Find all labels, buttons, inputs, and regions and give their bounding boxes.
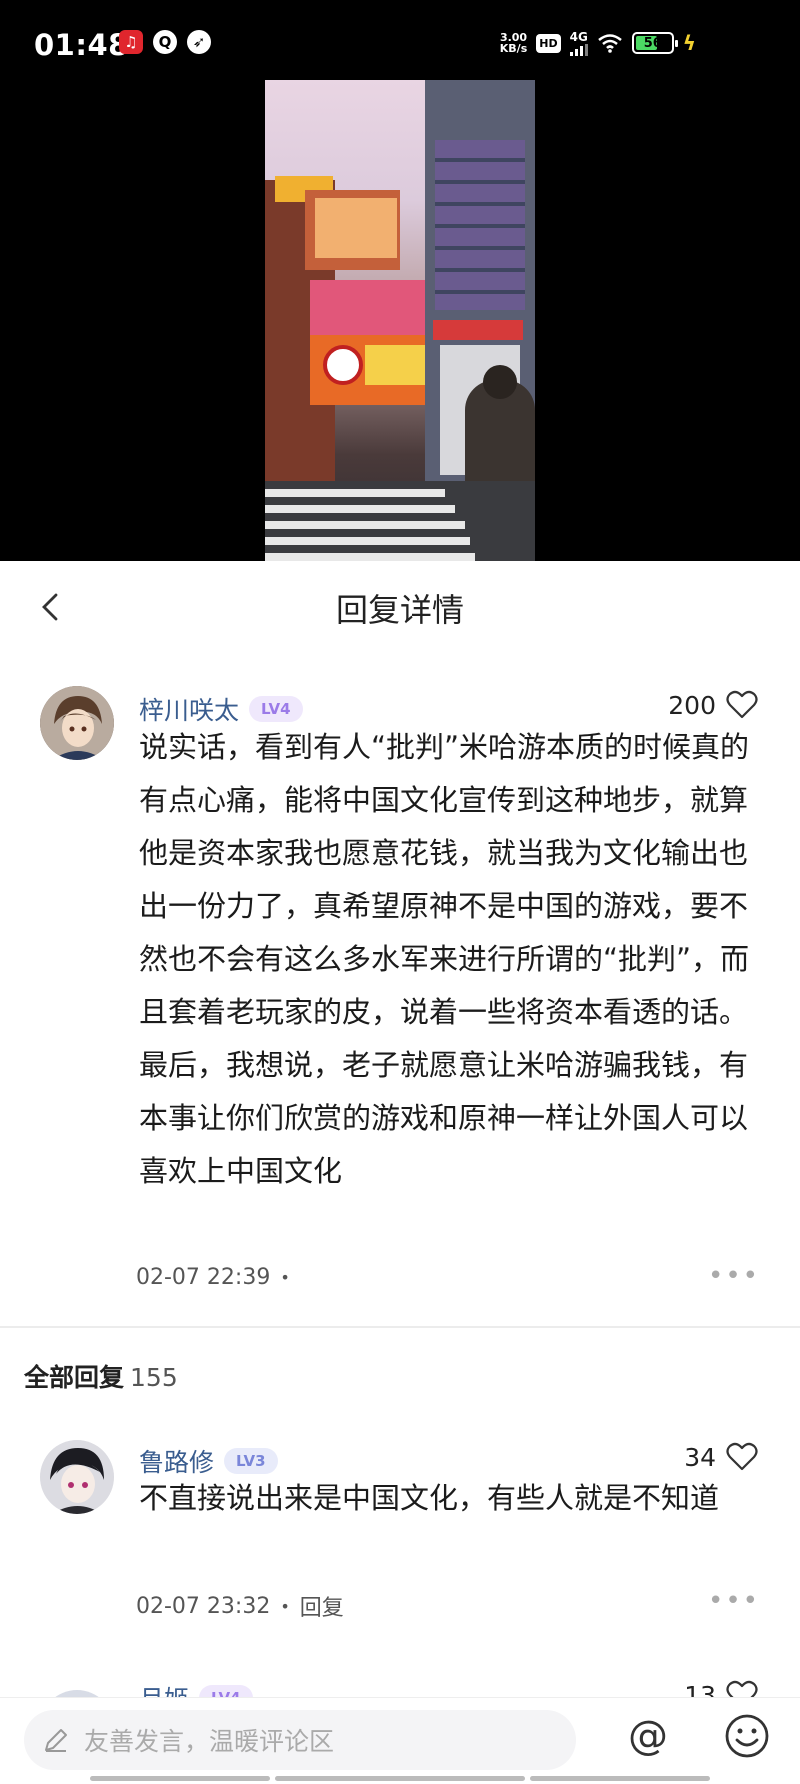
video-player[interactable]: 01:48 ♫ Q ➶ 3.00 KB/s HD 4G 56 ϟ xyxy=(0,0,800,561)
notification-icons: ♫ Q ➶ xyxy=(119,30,211,54)
level-badge: LV3 xyxy=(224,1448,278,1474)
avatar[interactable] xyxy=(40,1440,114,1514)
avatar[interactable] xyxy=(40,686,114,760)
status-indicators: 3.00 KB/s HD 4G 56 ϟ xyxy=(500,30,696,56)
comment-input[interactable]: 友善发言，温暖评论区 xyxy=(24,1710,576,1770)
like-button[interactable]: 200 xyxy=(668,690,758,720)
level-badge: LV4 xyxy=(249,696,303,722)
input-placeholder: 友善发言，温暖评论区 xyxy=(84,1727,335,1756)
detail-header: 回复详情 xyxy=(0,561,800,651)
comment-text: 说实话，看到有人“批判”米哈游本质的时候真的有点心痛，能将中国文化宣传到这种地步… xyxy=(139,721,759,1198)
anime-boy-avatar-icon xyxy=(40,1440,114,1514)
timestamp: 02-07 22:39 xyxy=(136,1265,271,1290)
all-replies-header: 全部回复 155 xyxy=(24,1363,178,1392)
charging-icon: ϟ xyxy=(682,31,696,55)
mention-button[interactable]: @ xyxy=(624,1712,672,1760)
page-title: 回复详情 xyxy=(335,591,464,629)
pencil-icon xyxy=(45,1729,67,1752)
home-indicator xyxy=(90,1776,270,1781)
like-count: 34 xyxy=(684,1442,716,1472)
comment-paragraph: 最后，我想说，老子就愿意让米哈游骗我钱，有本事让你们欣赏的游戏和原神一样让外国人… xyxy=(139,1048,749,1188)
reply-text: 不直接说出来是中国文化，有些人就是不知道 xyxy=(139,1481,720,1515)
video-thumbnail[interactable] xyxy=(265,80,535,561)
qq-app-icon: Q xyxy=(153,30,177,54)
more-options-button[interactable]: ••• xyxy=(708,1261,760,1291)
compass-app-icon: ➶ xyxy=(187,30,211,54)
wifi-icon xyxy=(598,34,622,53)
reply-item: 鲁路修 LV3 34 不直接说出来是中国文化，有些人就是不知道 02-07 23… xyxy=(0,1410,800,1630)
reply-button[interactable]: 回复 xyxy=(300,1590,344,1622)
heart-icon xyxy=(726,1442,758,1471)
like-count: 200 xyxy=(668,690,716,720)
comment-meta: 02-07 22:39 • xyxy=(136,1265,290,1290)
anime-boy-avatar-icon xyxy=(40,686,114,760)
hd-icon: HD xyxy=(536,33,561,53)
comment-paragraph: 说实话，看到有人“批判”米哈游本质的时候真的有点心痛，能将中国文化宣传到这种地步… xyxy=(139,730,750,1029)
home-indicator xyxy=(530,1776,710,1781)
status-bar: 01:48 ♫ Q ➶ 3.00 KB/s HD 4G 56 ϟ xyxy=(0,0,800,90)
emoji-button[interactable] xyxy=(723,1712,771,1760)
heart-icon xyxy=(726,690,758,719)
battery-icon: 56 xyxy=(631,32,678,54)
network-speed: 3.00 KB/s xyxy=(499,31,528,55)
comment-input-bar: 友善发言，温暖评论区 @ xyxy=(0,1697,800,1784)
reply-count: 155 xyxy=(130,1363,178,1392)
status-time: 01:48 xyxy=(34,28,129,62)
signal-icon: 4G xyxy=(569,30,588,56)
more-options-button[interactable]: ••• xyxy=(708,1586,760,1616)
at-icon: @ xyxy=(628,1713,668,1759)
main-comment: 梓川咲太 LV4 200 说实话，看到有人“批判”米哈游本质的时候真的有点心痛，… xyxy=(0,651,800,1331)
reply-meta: 02-07 23:32 • 回复 xyxy=(136,1590,344,1622)
home-indicator xyxy=(275,1776,525,1781)
like-button[interactable]: 34 xyxy=(684,1442,758,1472)
music-app-icon: ♫ xyxy=(119,30,143,54)
smiley-icon xyxy=(725,1714,769,1758)
timestamp: 02-07 23:32 xyxy=(136,1593,271,1619)
divider xyxy=(0,1326,800,1328)
